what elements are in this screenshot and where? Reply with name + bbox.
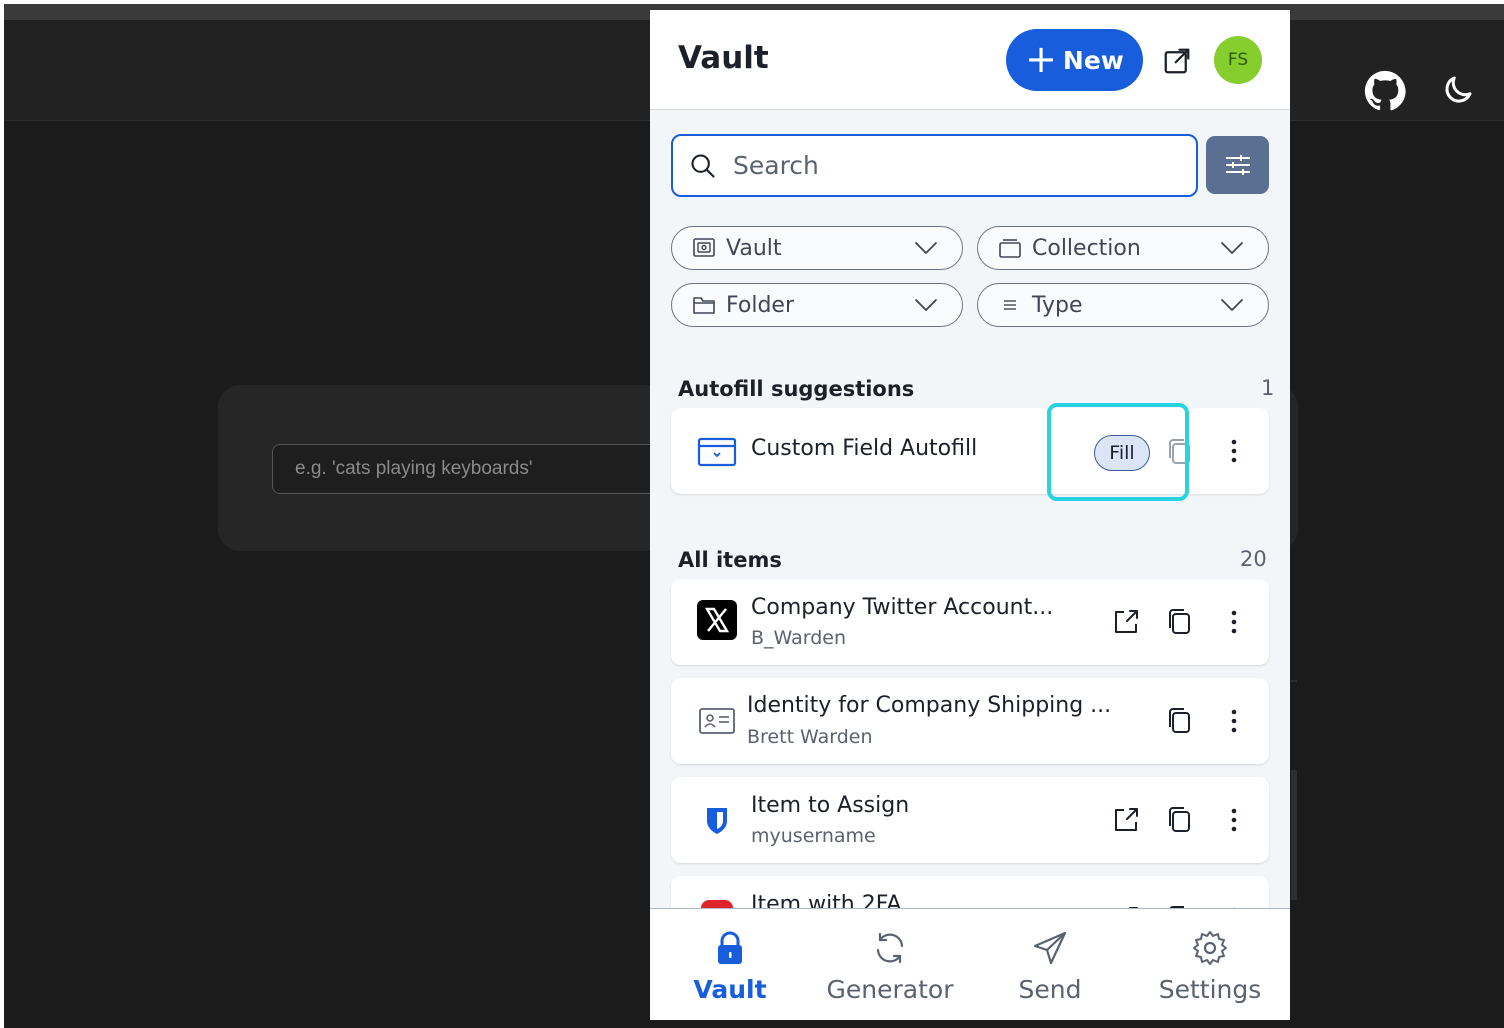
background-fragment bbox=[1291, 680, 1297, 682]
autofill-count: 1 bbox=[1261, 376, 1275, 400]
chevron-down-icon bbox=[1221, 299, 1243, 311]
vault-filter-label: Vault bbox=[726, 235, 782, 261]
x-logo-icon bbox=[697, 600, 737, 640]
search-input[interactable]: Search bbox=[671, 134, 1198, 197]
all-items-section-title: All items bbox=[678, 548, 782, 572]
vault-filter-select[interactable]: Vault bbox=[671, 226, 963, 270]
nav-vault[interactable]: Vault bbox=[650, 909, 810, 1020]
folder-filter-label: Folder bbox=[726, 292, 794, 318]
autofill-item-name: Custom Field Autofill bbox=[751, 436, 978, 461]
vault-icon bbox=[693, 238, 715, 257]
copy-icon[interactable] bbox=[1164, 705, 1196, 737]
popout-icon[interactable] bbox=[1162, 46, 1192, 76]
page-title: Vault bbox=[678, 40, 769, 76]
filter-toggle-button[interactable] bbox=[1206, 136, 1269, 194]
search-placeholder: Search bbox=[733, 151, 819, 180]
extension-popup: Vault + New FS Search Vault Collection F… bbox=[650, 10, 1290, 1020]
item-name: Item to Assign bbox=[751, 793, 910, 818]
nav-send-label: Send bbox=[1018, 975, 1082, 1004]
list-item[interactable]: Item to Assign myusername bbox=[671, 777, 1269, 863]
id-card-icon bbox=[699, 708, 735, 734]
shield-icon bbox=[707, 808, 727, 834]
type-filter-select[interactable]: Type bbox=[977, 283, 1269, 327]
item-name: Identity for Company Shipping ... bbox=[747, 693, 1112, 718]
bottom-navigation: Vault Generator Send Settings bbox=[650, 908, 1290, 1020]
more-options-icon[interactable] bbox=[1218, 804, 1250, 836]
card-icon bbox=[697, 437, 737, 467]
launch-icon[interactable] bbox=[1110, 606, 1142, 638]
nav-settings-label: Settings bbox=[1158, 975, 1262, 1004]
item-username: B_Warden bbox=[751, 627, 847, 649]
collection-filter-select[interactable]: Collection bbox=[977, 226, 1269, 270]
popup-header: Vault + New FS bbox=[650, 10, 1290, 110]
search-icon bbox=[691, 154, 715, 178]
highlight-box bbox=[1047, 403, 1189, 501]
plus-icon: + bbox=[1025, 36, 1057, 81]
nav-vault-label: Vault bbox=[693, 975, 767, 1004]
more-options-icon[interactable] bbox=[1218, 606, 1250, 638]
new-button-label: New bbox=[1062, 45, 1124, 75]
collection-filter-label: Collection bbox=[1032, 235, 1141, 261]
github-icon[interactable] bbox=[1364, 70, 1406, 112]
collection-icon bbox=[999, 239, 1021, 258]
launch-icon[interactable] bbox=[1110, 804, 1142, 836]
nav-generator-label: Generator bbox=[826, 975, 954, 1004]
chevron-down-icon bbox=[915, 299, 937, 311]
all-items-count: 20 bbox=[1240, 547, 1267, 571]
background-fragment bbox=[1291, 770, 1297, 900]
moon-icon[interactable] bbox=[1440, 72, 1476, 108]
nav-send[interactable]: Send bbox=[970, 909, 1130, 1020]
avatar[interactable]: FS bbox=[1214, 36, 1262, 84]
lock-icon bbox=[718, 931, 742, 964]
type-filter-label: Type bbox=[1032, 292, 1083, 318]
copy-icon[interactable] bbox=[1164, 804, 1196, 836]
nav-settings[interactable]: Settings bbox=[1130, 909, 1290, 1020]
folder-icon bbox=[693, 297, 715, 314]
more-options-icon[interactable] bbox=[1218, 435, 1250, 467]
autofill-section-title: Autofill suggestions bbox=[678, 377, 915, 401]
list-item[interactable]: Company Twitter Account... B_Warden bbox=[671, 579, 1269, 665]
folder-filter-select[interactable]: Folder bbox=[671, 283, 963, 327]
more-options-icon[interactable] bbox=[1218, 705, 1250, 737]
refresh-icon bbox=[876, 932, 904, 964]
chevron-down-icon bbox=[915, 242, 937, 254]
item-name: Company Twitter Account... bbox=[751, 595, 1054, 620]
new-item-button[interactable]: + New bbox=[1006, 29, 1143, 91]
sliders-icon bbox=[1226, 155, 1250, 175]
list-icon bbox=[1004, 300, 1016, 310]
chevron-down-icon bbox=[1221, 242, 1243, 254]
send-icon bbox=[1033, 931, 1067, 965]
item-username: myusername bbox=[751, 825, 876, 847]
copy-icon[interactable] bbox=[1164, 606, 1196, 638]
gear-icon bbox=[1193, 931, 1227, 965]
nav-generator[interactable]: Generator bbox=[810, 909, 970, 1020]
list-item[interactable]: Identity for Company Shipping ... Brett … bbox=[671, 678, 1269, 764]
item-username: Brett Warden bbox=[747, 726, 873, 748]
